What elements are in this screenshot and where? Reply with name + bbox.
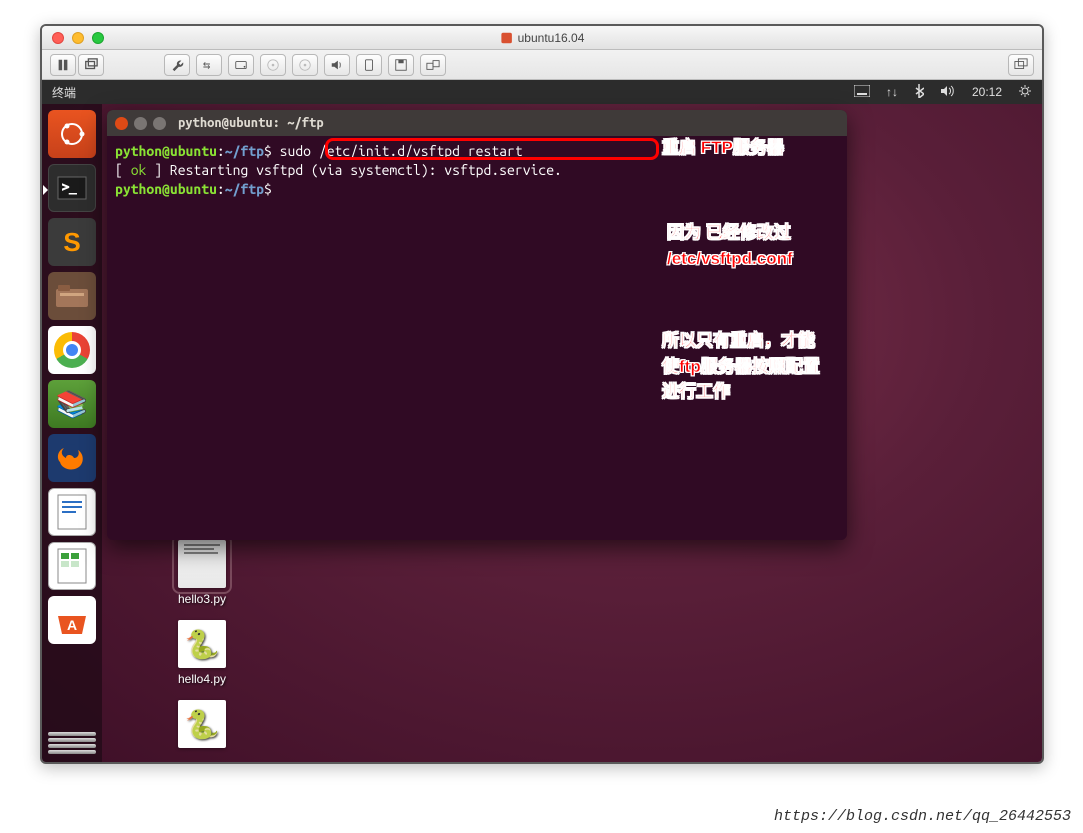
- python-file-icon: 🐍: [178, 620, 226, 668]
- pause-button[interactable]: [50, 54, 76, 76]
- floppy-button[interactable]: [388, 54, 414, 76]
- fullscreen-icon: [1014, 58, 1028, 72]
- network-indicator-icon[interactable]: ↑↓: [886, 85, 898, 99]
- launcher-sublime[interactable]: S: [48, 218, 96, 266]
- desktop-file-hello3[interactable]: hello3.py: [162, 540, 242, 606]
- chrome-icon: [54, 332, 90, 368]
- active-app-name: 终端: [52, 84, 86, 101]
- gear-icon[interactable]: [1018, 84, 1032, 101]
- vm-icon: [500, 31, 514, 45]
- volume-icon[interactable]: [940, 85, 956, 100]
- software-icon: A: [54, 604, 90, 636]
- launcher-dash[interactable]: [48, 110, 96, 158]
- command-text: sudo /etc/init.d/vsftpd restart: [280, 143, 523, 159]
- watermark: https://blog.csdn.net/qq_26442553: [774, 808, 1071, 825]
- usb-button[interactable]: [356, 54, 382, 76]
- cd-icon: [266, 58, 280, 72]
- unity-launcher: >_ S 📚 A: [42, 104, 102, 762]
- terminal-icon: >_: [57, 176, 87, 200]
- term-maximize-button[interactable]: [153, 117, 166, 130]
- terminal-window: python@ubuntu: ~/ftp python@ubuntu:~/ftp…: [107, 110, 847, 540]
- settings-button[interactable]: [164, 54, 190, 76]
- file-label: hello3.py: [162, 592, 242, 606]
- sublime-icon: S: [63, 227, 80, 258]
- popup-button[interactable]: [78, 54, 104, 76]
- fullscreen-button[interactable]: [1008, 54, 1034, 76]
- python-file-icon: 🐍: [178, 700, 226, 748]
- ubuntu-desktop: 终端 ↑↓ 20:12: [42, 80, 1042, 762]
- launcher-files[interactable]: [48, 272, 96, 320]
- disk-icon: [234, 58, 248, 72]
- vm-toolbar: ⇆: [42, 50, 1042, 80]
- share-button[interactable]: [420, 54, 446, 76]
- ubuntu-top-panel: 终端 ↑↓ 20:12: [42, 80, 1042, 104]
- launcher-calc[interactable]: [48, 542, 96, 590]
- launcher-software[interactable]: A: [48, 596, 96, 644]
- writer-icon: [56, 493, 88, 531]
- annotation-3: 所以只有重启，才能使ftp服务器按照配置进行工作: [662, 328, 822, 405]
- calc-icon: [56, 547, 88, 585]
- annotation-2: 因为 已经修改过 /etc/vsftpd.conf: [667, 220, 807, 271]
- svg-text:>_: >_: [62, 180, 77, 194]
- cd-icon: [298, 58, 312, 72]
- sound-icon: [330, 58, 344, 72]
- file-label: hello4.py: [162, 672, 242, 686]
- network-button[interactable]: ⇆: [196, 54, 222, 76]
- network-icon: ⇆: [202, 58, 216, 72]
- wrench-icon: [170, 58, 184, 72]
- term-minimize-button[interactable]: [134, 117, 147, 130]
- books-icon: 📚: [56, 389, 88, 420]
- files-icon: [54, 281, 90, 311]
- terminal-line-2: [ ok ] Restarting vsftpd (via systemctl)…: [115, 161, 839, 180]
- popup-icon: [84, 58, 98, 72]
- desktop-file-partial[interactable]: 🐍: [162, 700, 242, 752]
- close-button[interactable]: [52, 32, 64, 44]
- disk-button[interactable]: [228, 54, 254, 76]
- sound-button[interactable]: [324, 54, 350, 76]
- bluetooth-icon[interactable]: [914, 84, 924, 101]
- ubuntu-logo-icon: [58, 120, 86, 148]
- launcher-terminal[interactable]: >_: [48, 164, 96, 212]
- mac-traffic-lights: [42, 32, 104, 44]
- minimize-button[interactable]: [72, 32, 84, 44]
- floppy-icon: [394, 58, 408, 72]
- cd-button-2[interactable]: [292, 54, 318, 76]
- mac-titlebar: ubuntu16.04: [42, 26, 1042, 50]
- file-icon: [178, 540, 226, 588]
- usb-icon: [362, 58, 376, 72]
- svg-text:⇆: ⇆: [203, 60, 211, 70]
- pause-icon: [56, 58, 70, 72]
- zoom-button[interactable]: [92, 32, 104, 44]
- launcher-books[interactable]: 📚: [48, 380, 96, 428]
- terminal-titlebar[interactable]: python@ubuntu: ~/ftp: [107, 110, 847, 136]
- svg-text:A: A: [67, 617, 77, 633]
- desktop-file-hello4[interactable]: 🐍 hello4.py: [162, 620, 242, 686]
- launcher-writer[interactable]: [48, 488, 96, 536]
- terminal-line-3: python@ubuntu:~/ftp$: [115, 180, 839, 199]
- firefox-icon: [54, 440, 90, 476]
- terminal-title: python@ubuntu: ~/ftp: [178, 116, 324, 130]
- window-title: ubuntu16.04: [500, 31, 585, 45]
- launcher-chrome[interactable]: [48, 326, 96, 374]
- annotation-1: 重启 FTP服务器: [662, 135, 792, 161]
- launcher-drawer[interactable]: [48, 732, 96, 754]
- share-icon: [426, 58, 440, 72]
- vm-window: ubuntu16.04 ⇆: [40, 24, 1044, 764]
- cd-button-1[interactable]: [260, 54, 286, 76]
- keyboard-icon[interactable]: [854, 85, 870, 100]
- clock[interactable]: 20:12: [972, 85, 1002, 99]
- launcher-firefox[interactable]: [48, 434, 96, 482]
- term-close-button[interactable]: [115, 117, 128, 130]
